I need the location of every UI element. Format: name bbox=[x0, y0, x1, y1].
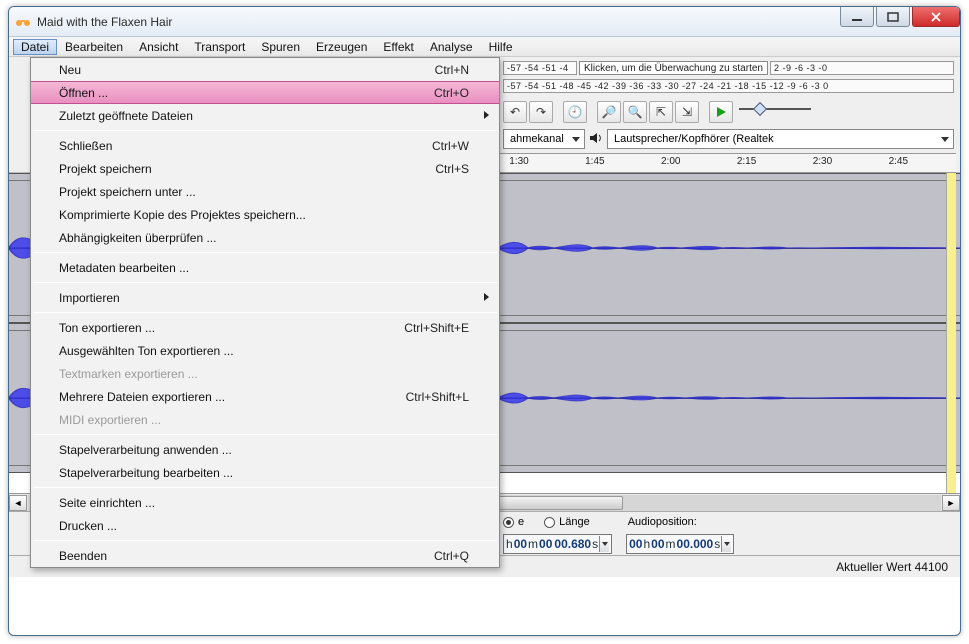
zoom-out-button[interactable]: 🔍 bbox=[623, 101, 647, 123]
menu-item-beenden[interactable]: BeendenCtrl+Q bbox=[31, 544, 499, 567]
dropdown-icon[interactable] bbox=[599, 536, 609, 552]
audio-position-time[interactable]: 00h 00m 00.000s bbox=[626, 534, 734, 554]
length-radio[interactable]: Länge bbox=[544, 516, 590, 528]
menu-item-mehrere-dateien-exportieren[interactable]: Mehrere Dateien exportieren ...Ctrl+Shif… bbox=[31, 385, 499, 408]
dropdown-icon[interactable] bbox=[721, 536, 731, 552]
menu-item-midi-exportieren: MIDI exportieren ... bbox=[31, 408, 499, 431]
menu-item-metadaten-bearbeiten[interactable]: Metadaten bearbeiten ... bbox=[31, 256, 499, 279]
menu-item-ausgew-hlten-ton-exportieren[interactable]: Ausgewählten Ton exportieren ... bbox=[31, 339, 499, 362]
timeline-tick: 2:15 bbox=[737, 156, 756, 167]
fit-project-button[interactable]: ⇲ bbox=[675, 101, 699, 123]
menu-item-neu[interactable]: NeuCtrl+N bbox=[31, 58, 499, 81]
titlebar[interactable]: Maid with the Flaxen Hair bbox=[9, 7, 960, 37]
timeline-tick: 2:30 bbox=[813, 156, 832, 167]
menu-separator bbox=[33, 130, 497, 131]
shortcut-label: Ctrl+O bbox=[434, 86, 469, 100]
rec-meter-scale-right: 2 -9 -6 -3 -0 bbox=[770, 61, 954, 75]
menu-effekt[interactable]: Effekt bbox=[375, 39, 421, 55]
timeline-tick: 2:00 bbox=[661, 156, 680, 167]
shortcut-label: Ctrl+Q bbox=[434, 549, 469, 563]
menu-item-stapelverarbeitung-anwenden[interactable]: Stapelverarbeitung anwenden ... bbox=[31, 438, 499, 461]
menu-item-projekt-speichern-unter[interactable]: Projekt speichern unter ... bbox=[31, 180, 499, 203]
shortcut-label: Ctrl+S bbox=[435, 162, 469, 176]
menu-item-stapelverarbeitung-bearbeiten[interactable]: Stapelverarbeitung bearbeiten ... bbox=[31, 461, 499, 484]
menu-item-importieren[interactable]: Importieren bbox=[31, 286, 499, 309]
menu-item-zuletzt-ge-ffnete-dateien[interactable]: Zuletzt geöffnete Dateien bbox=[31, 104, 499, 127]
submenu-arrow-icon bbox=[484, 111, 489, 119]
scroll-left-button[interactable]: ◄ bbox=[9, 495, 27, 511]
menu-separator bbox=[33, 434, 497, 435]
menu-item-ffnen[interactable]: Öffnen ...Ctrl+O bbox=[31, 81, 499, 104]
maximize-button[interactable] bbox=[876, 7, 910, 27]
menu-separator bbox=[33, 282, 497, 283]
menu-item-schlie-en[interactable]: SchließenCtrl+W bbox=[31, 134, 499, 157]
selection-end-time[interactable]: h00 m00 00.680s bbox=[503, 534, 612, 554]
menu-ansicht[interactable]: Ansicht bbox=[131, 39, 186, 55]
menu-separator bbox=[33, 252, 497, 253]
playback-speed-slider[interactable] bbox=[735, 101, 815, 117]
scroll-right-button[interactable]: ► bbox=[942, 495, 960, 511]
rec-channels-combo[interactable]: ahmekanal bbox=[503, 129, 585, 149]
fit-selection-button[interactable]: ⇱ bbox=[649, 101, 673, 123]
play-meter-scale: -57 -54 -51 -48 -45 -42 -39 -36 -33 -30 … bbox=[503, 79, 954, 93]
timeline-ruler[interactable]: 1:30 1:45 2:00 2:15 2:30 2:45 bbox=[499, 153, 956, 173]
menu-item-projekt-speichern[interactable]: Projekt speichernCtrl+S bbox=[31, 157, 499, 180]
shortcut-label: Ctrl+Shift+L bbox=[406, 390, 469, 404]
menu-hilfe[interactable]: Hilfe bbox=[481, 39, 521, 55]
timeline-tick: 2:45 bbox=[889, 156, 908, 167]
selection-edge[interactable] bbox=[946, 173, 956, 493]
timeline-tick: 1:30 bbox=[509, 156, 528, 167]
menu-datei[interactable]: Datei bbox=[13, 39, 57, 55]
app-icon bbox=[15, 14, 31, 30]
shortcut-label: Ctrl+W bbox=[432, 139, 469, 153]
menu-spuren[interactable]: Spuren bbox=[253, 39, 308, 55]
monitor-hint[interactable]: Klicken, um die Überwachung zu starten bbox=[579, 61, 768, 75]
menu-transport[interactable]: Transport bbox=[186, 39, 253, 55]
audioposition-label: Audioposition: bbox=[628, 516, 697, 528]
menu-item-ton-exportieren[interactable]: Ton exportieren ...Ctrl+Shift+E bbox=[31, 316, 499, 339]
file-menu-dropdown[interactable]: NeuCtrl+NÖffnen ...Ctrl+OZuletzt geöffne… bbox=[30, 57, 500, 568]
undo-button[interactable]: ↶ bbox=[503, 101, 527, 123]
menu-separator bbox=[33, 312, 497, 313]
sync-lock-button[interactable]: 🕘 bbox=[563, 101, 587, 123]
redo-button[interactable]: ↷ bbox=[529, 101, 553, 123]
timeline-tick: 1:45 bbox=[585, 156, 604, 167]
menu-item-abh-ngigkeiten-berpr-fen[interactable]: Abhängigkeiten überprüfen ... bbox=[31, 226, 499, 249]
close-button[interactable] bbox=[912, 7, 960, 27]
output-device-combo[interactable]: Lautsprecher/Kopfhörer (Realtek bbox=[607, 129, 954, 149]
end-radio[interactable]: e bbox=[503, 516, 524, 528]
zoom-in-button[interactable]: 🔎 bbox=[597, 101, 621, 123]
shortcut-label: Ctrl+Shift+E bbox=[404, 321, 469, 335]
menu-separator bbox=[33, 540, 497, 541]
menu-erzeugen[interactable]: Erzeugen bbox=[308, 39, 375, 55]
play-button[interactable] bbox=[709, 101, 733, 123]
menubar[interactable]: DateiBearbeitenAnsichtTransportSpurenErz… bbox=[9, 37, 960, 57]
speaker-icon bbox=[589, 131, 603, 148]
menu-item-textmarken-exportieren: Textmarken exportieren ... bbox=[31, 362, 499, 385]
window-frame: Maid with the Flaxen Hair DateiBearbeite… bbox=[8, 6, 961, 636]
menu-analyse[interactable]: Analyse bbox=[422, 39, 481, 55]
submenu-arrow-icon bbox=[484, 293, 489, 301]
rec-meter-scale-left: -57 -54 -51 -4 bbox=[503, 61, 577, 75]
menu-separator bbox=[33, 487, 497, 488]
window-title: Maid with the Flaxen Hair bbox=[37, 15, 172, 29]
menu-item-komprimierte-kopie-des-projektes-speichern[interactable]: Komprimierte Kopie des Projektes speiche… bbox=[31, 203, 499, 226]
menu-item-seite-einrichten[interactable]: Seite einrichten ... bbox=[31, 491, 499, 514]
minimize-button[interactable] bbox=[840, 7, 874, 27]
menu-bearbeiten[interactable]: Bearbeiten bbox=[57, 39, 131, 55]
status-text: Aktueller Wert 44100 bbox=[836, 560, 948, 574]
menu-item-drucken[interactable]: Drucken ... bbox=[31, 514, 499, 537]
shortcut-label: Ctrl+N bbox=[435, 63, 469, 77]
